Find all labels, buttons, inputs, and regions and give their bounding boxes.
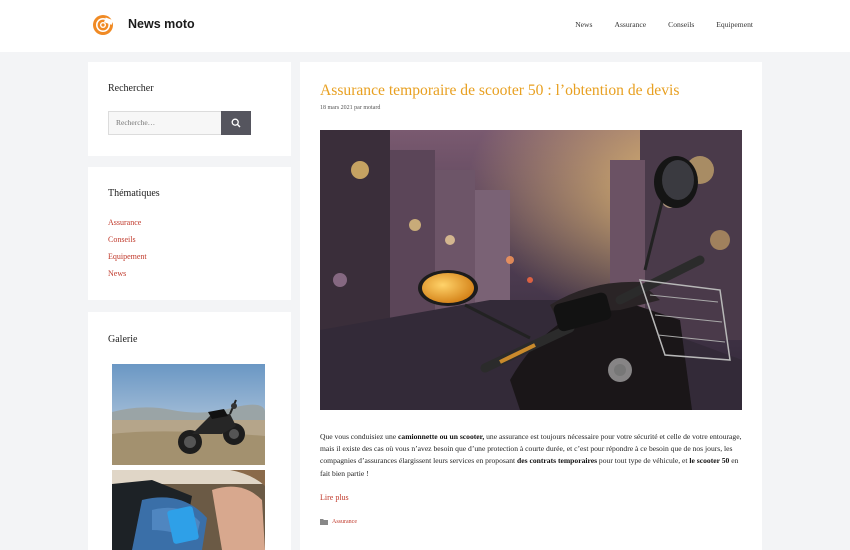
site-title[interactable]: News moto xyxy=(128,17,195,31)
post-excerpt: Que vous conduisiez une camionnette ou u… xyxy=(320,431,744,480)
search-widget: Rechercher Recherche… xyxy=(88,62,291,156)
search-widget-title: Rechercher xyxy=(108,83,154,94)
gallery-image-rider-phone[interactable] xyxy=(112,470,265,550)
logo-icon[interactable] xyxy=(92,14,114,36)
category-item[interactable]: News xyxy=(108,269,147,286)
post-featured-image[interactable] xyxy=(320,130,742,410)
folder-icon xyxy=(320,519,328,525)
post-title[interactable]: Assurance temporaire de scooter 50 : l’o… xyxy=(320,82,679,100)
post-date[interactable]: 18 mars 2021 xyxy=(320,105,353,111)
category-item[interactable]: Conseils xyxy=(108,235,147,252)
search-input[interactable]: Recherche… xyxy=(108,111,222,135)
categories-widget-title: Thématiques xyxy=(108,188,160,199)
post-author[interactable]: motard xyxy=(363,105,380,111)
post-categories: Assurance xyxy=(320,518,357,525)
category-link-assurance[interactable]: Assurance xyxy=(108,218,141,227)
main-nav: News Assurance Conseils Equipement xyxy=(575,20,753,29)
excerpt-text-3: pour tout type de véhicule, et xyxy=(597,456,690,466)
nav-item-news[interactable]: News xyxy=(575,20,592,29)
post-by: par xyxy=(354,105,362,111)
post-meta: 18 mars 2021 par motard xyxy=(320,105,380,111)
category-link-news[interactable]: News xyxy=(108,269,126,278)
category-link-conseils[interactable]: Conseils xyxy=(108,235,136,244)
excerpt-text-1: Que vous conduisiez une xyxy=(320,432,399,441)
gallery-widget: Galerie xyxy=(88,312,291,550)
nav-item-assurance[interactable]: Assurance xyxy=(614,20,646,29)
gallery-widget-title: Galerie xyxy=(108,334,138,345)
categories-widget: Thématiques Assurance Conseils Equipemen… xyxy=(88,167,291,300)
gallery-image-motorcycle[interactable] xyxy=(112,364,265,465)
site-header: News moto News Assurance Conseils Equipe… xyxy=(0,0,850,52)
excerpt-bold-3: le scooter 50 xyxy=(689,456,730,466)
category-link-equipement[interactable]: Equipement xyxy=(108,252,147,261)
post-category-link[interactable]: Assurance xyxy=(332,519,357,525)
read-more-link[interactable]: Lire plus xyxy=(320,493,349,502)
excerpt-bold-1: camionnette ou un scooter, xyxy=(398,432,485,441)
category-list: Assurance Conseils Equipement News xyxy=(108,218,147,286)
nav-item-equipement[interactable]: Equipement xyxy=(716,20,753,29)
article-card: Assurance temporaire de scooter 50 : l’o… xyxy=(300,62,762,550)
search-icon xyxy=(231,118,241,128)
excerpt-bold-2: des contrats temporaires xyxy=(517,456,598,466)
search-button[interactable] xyxy=(221,111,251,135)
category-item[interactable]: Equipement xyxy=(108,252,147,269)
nav-item-conseils[interactable]: Conseils xyxy=(668,20,694,29)
category-item[interactable]: Assurance xyxy=(108,218,147,235)
